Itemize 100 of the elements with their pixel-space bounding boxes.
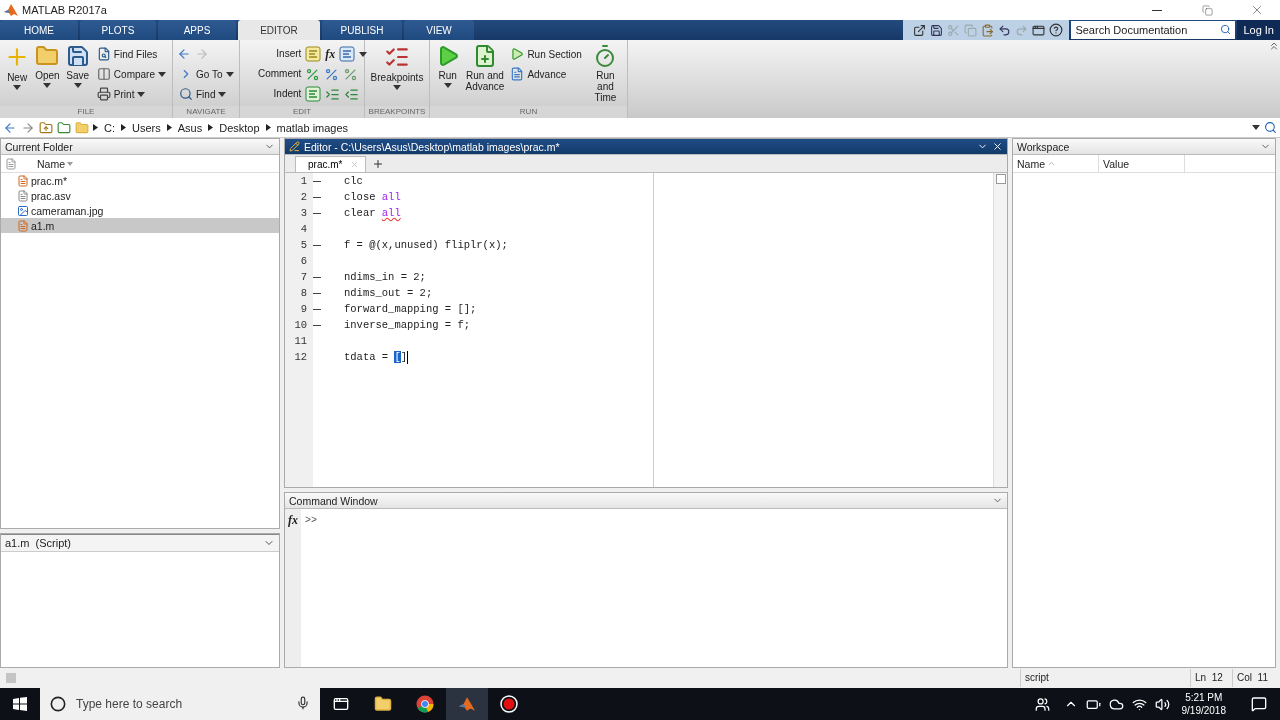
- login-button[interactable]: Log In: [1237, 20, 1280, 40]
- column-header[interactable]: Name: [33, 154, 273, 173]
- file-row[interactable]: prac.m*: [1, 173, 279, 188]
- run-and-advance-button[interactable]: Run and Advance: [465, 44, 505, 92]
- insert-section-icon: [305, 46, 322, 62]
- search-icon: [179, 87, 193, 101]
- windows-logo[interactable]: [13, 697, 27, 711]
- code-line: clc: [344, 175, 363, 187]
- find-button[interactable]: Find: [177, 84, 236, 104]
- caret-icon: [225, 71, 234, 77]
- comment-label: Comment: [258, 67, 302, 81]
- file-search-icon: [96, 47, 111, 61]
- breadcrumb-link[interactable]: matlab images: [274, 121, 351, 134]
- go-to-button[interactable]: Go To: [177, 64, 236, 84]
- code-line: tdata = []: [344, 351, 408, 363]
- caret-icon: [218, 91, 227, 97]
- insert-label: Insert: [275, 47, 302, 61]
- panel-title: Command Window: [289, 494, 379, 507]
- line-number: 1: [299, 175, 307, 187]
- search-field[interactable]: Search Documentation: [1071, 21, 1236, 39]
- redo-icon: [1015, 23, 1029, 37]
- ribbon-tab[interactable]: APPS: [158, 20, 236, 40]
- print-button[interactable]: Print: [94, 84, 168, 104]
- folder-icon: [35, 44, 60, 68]
- record-icon: [500, 695, 518, 713]
- details-title: a1.m (Script): [5, 537, 72, 549]
- file-row[interactable]: a1.m: [1, 218, 279, 233]
- printer-icon: [96, 87, 111, 101]
- line-number: 11: [293, 335, 307, 347]
- breadcrumb-link[interactable]: Desktop: [217, 121, 262, 134]
- browser-logo: [416, 695, 434, 713]
- line-number: 12: [293, 351, 307, 363]
- insert-function-icon: [339, 46, 356, 62]
- advance-button[interactable]: Advance: [508, 64, 584, 84]
- breadcrumb-link[interactable]: Users: [130, 121, 163, 134]
- breadcrumb-link[interactable]: C:: [102, 121, 117, 134]
- caret-icon: [73, 83, 82, 88]
- taskbar-search-field[interactable]: Type here to search: [40, 688, 320, 720]
- line-number: 10: [293, 319, 307, 331]
- ribbon-tab[interactable]: HOME: [0, 20, 78, 40]
- editor-title: Editor - C:\Users\Asus\Desktop\matlab images\prac.m*: [304, 140, 561, 153]
- line-number: 5: [299, 239, 307, 251]
- insert-function-glyph[interactable]: fx: [325, 46, 336, 62]
- save-button[interactable]: Save: [64, 44, 91, 88]
- caret-icon: [1252, 125, 1260, 130]
- column-header[interactable]: Value: [1099, 154, 1185, 173]
- caret-icon: [359, 51, 368, 57]
- breakpoints-button[interactable]: Breakpoints: [369, 44, 425, 90]
- line-number: 2: [299, 191, 307, 203]
- group-label: FILE: [0, 106, 172, 118]
- open-button[interactable]: Open: [34, 44, 61, 88]
- ribbon-tab[interactable]: PUBLISH: [322, 20, 402, 40]
- column-header[interactable]: Name: [1013, 154, 1099, 173]
- save-icon: [930, 23, 944, 37]
- run-button[interactable]: Run: [434, 44, 462, 88]
- help-icon: [1049, 23, 1064, 37]
- collapse-ribbon-icon: [1268, 40, 1280, 52]
- cloud-icon: [1108, 696, 1124, 712]
- paste-icon: [981, 23, 995, 37]
- run-section-button[interactable]: Run Section: [508, 44, 584, 64]
- ribbon-tab[interactable]: EDITOR: [238, 20, 320, 40]
- file-tab[interactable]: prac.m*: [295, 156, 367, 172]
- ribbon-tab[interactable]: PLOTS: [80, 20, 156, 40]
- run-and-time-button[interactable]: Run and Time: [587, 44, 623, 103]
- minimize-icon: [1152, 9, 1162, 11]
- new-button[interactable]: New: [4, 44, 31, 90]
- code-line: ndims_in = 2;: [344, 271, 426, 283]
- app-logo: [4, 3, 18, 17]
- clock-date: 9/19/2018: [1181, 704, 1226, 717]
- file-row[interactable]: prac.asv: [1, 188, 279, 203]
- line-number: 9: [299, 303, 307, 315]
- breadcrumb-arrow-icon: [208, 124, 214, 131]
- scrollbar-thumb[interactable]: [995, 174, 1006, 184]
- code-line: inverse_mapping = f;: [344, 319, 471, 331]
- line-number: 6: [299, 255, 307, 267]
- restore-icon: [1201, 4, 1213, 16]
- panel-title: Current Folder: [5, 140, 74, 153]
- floppy-icon: [65, 44, 90, 68]
- window-title: MATLAB R2017a: [22, 4, 108, 16]
- notifications-icon: [1251, 696, 1267, 712]
- breadcrumb-arrow-icon: [265, 124, 271, 131]
- breadcrumb-link[interactable]: Asus: [175, 121, 205, 134]
- folder-icon: [75, 120, 89, 135]
- group-label: EDIT: [240, 106, 364, 118]
- find-files-button[interactable]: Find Files: [94, 44, 168, 64]
- compare-button[interactable]: Compare: [94, 64, 168, 84]
- file-icon: [17, 174, 29, 187]
- close-icon: [350, 160, 360, 169]
- editor-icon: [289, 141, 300, 152]
- app-logo: [458, 696, 476, 712]
- windows-icon: [1032, 23, 1046, 37]
- file-row[interactable]: cameraman.jpg: [1, 203, 279, 218]
- code-line: f = @(x,unused) fliplr(x);: [344, 239, 508, 251]
- group-label: RUN: [430, 106, 627, 118]
- folder-up-icon: [39, 120, 53, 135]
- ribbon-tab[interactable]: VIEW: [404, 20, 474, 40]
- sort-icon: [1047, 159, 1056, 168]
- matlab-taskbar-button[interactable]: [446, 688, 488, 720]
- shortcut-icon: [913, 23, 927, 37]
- line-number: 7: [299, 271, 307, 283]
